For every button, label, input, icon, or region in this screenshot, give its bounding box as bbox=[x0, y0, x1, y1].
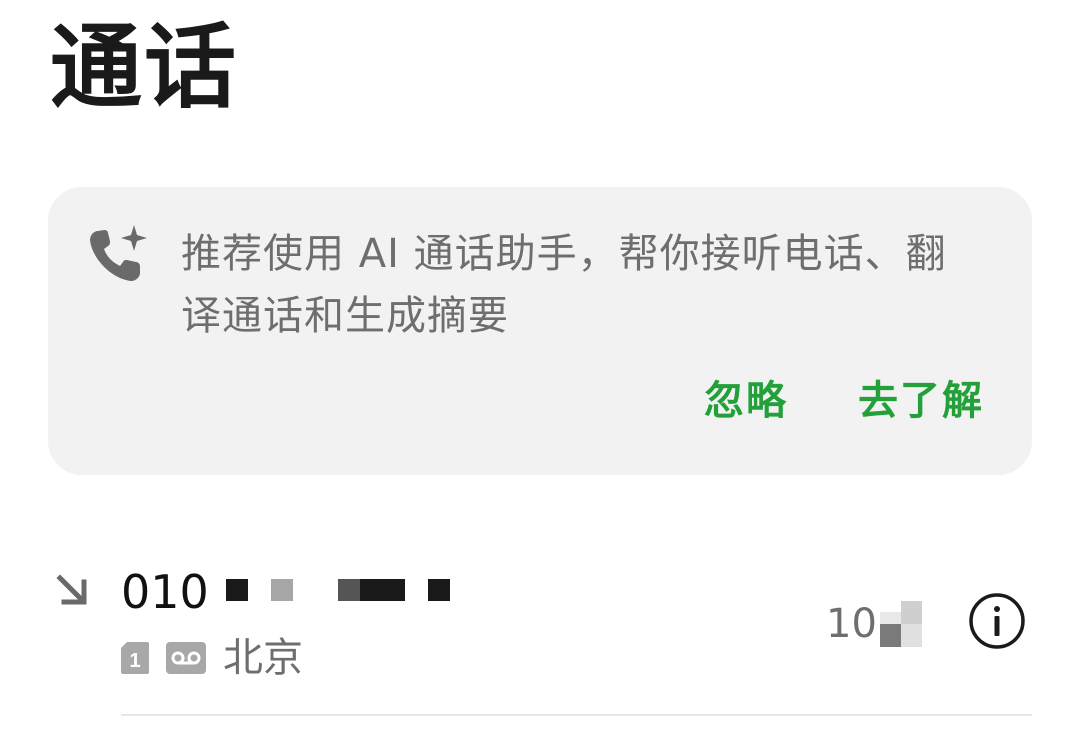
number-redaction bbox=[338, 579, 360, 601]
number-redaction bbox=[271, 579, 293, 601]
incoming-arrow-icon bbox=[56, 574, 87, 605]
ignore-button[interactable]: 忽略 bbox=[704, 373, 788, 429]
learn-more-button[interactable]: 去了解 bbox=[858, 373, 984, 429]
call-number-prefix: 010 bbox=[121, 565, 209, 619]
number-redaction bbox=[428, 579, 450, 601]
phone-sparkle-icon bbox=[90, 225, 147, 281]
row-divider bbox=[121, 714, 1032, 716]
page-title: 通话 bbox=[50, 14, 239, 121]
call-log-row[interactable]: 010 1 北京 10: bbox=[0, 540, 1080, 715]
call-location: 北京 bbox=[223, 635, 303, 681]
time-redaction bbox=[880, 601, 922, 647]
info-icon[interactable] bbox=[968, 592, 1026, 650]
number-redaction bbox=[360, 579, 405, 601]
sim-card-icon: 1 bbox=[121, 642, 149, 674]
number-redaction bbox=[226, 579, 248, 601]
suggestion-message: 推荐使用 AI 通话助手，帮你接听电话、翻译通话和生成摘要 bbox=[181, 231, 947, 339]
ai-assistant-suggestion-card: 推荐使用 AI 通话助手，帮你接听电话、翻译通话和生成摘要 忽略 去了解 bbox=[48, 187, 1032, 475]
call-number: 010 bbox=[121, 562, 209, 622]
sim-number: 1 bbox=[129, 650, 140, 672]
voicemail-icon bbox=[166, 642, 206, 674]
